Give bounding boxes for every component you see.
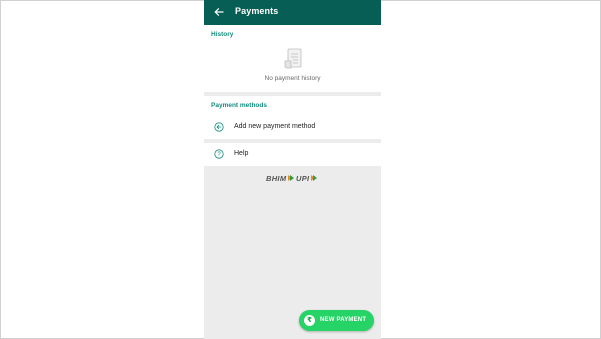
payment-methods-section: Payment methods Add new payment method (204, 96, 381, 139)
back-button[interactable] (213, 5, 225, 19)
svg-text:UPI: UPI (296, 174, 310, 183)
phone-screen: Payments History No payment history Paym… (204, 0, 381, 339)
rupee-icon: ₹ (304, 315, 315, 326)
svg-text:?: ? (217, 152, 221, 158)
circle-arrow-icon (214, 122, 224, 132)
history-header: History (211, 31, 234, 38)
help-section: ? Help (204, 143, 381, 166)
app-bar: Payments (204, 0, 381, 25)
page-title: Payments (235, 6, 279, 16)
new-payment-label: NEW PAYMENT (320, 317, 367, 323)
receipt-document-icon (284, 48, 302, 69)
history-section: History No payment history (204, 25, 381, 92)
bhim-upi-logo: BHIM UPI (266, 174, 317, 183)
new-payment-button[interactable]: ₹ NEW PAYMENT (299, 310, 374, 331)
help-button[interactable]: ? Help (204, 145, 381, 165)
add-payment-method-label: Add new payment method (234, 123, 316, 130)
svg-text:BHIM: BHIM (266, 174, 287, 183)
payment-methods-header: Payment methods (211, 102, 267, 109)
help-label: Help (234, 150, 249, 157)
add-payment-method-button[interactable]: Add new payment method (204, 118, 381, 138)
help-circle-icon: ? (214, 149, 224, 159)
empty-history-text: No payment history (264, 75, 321, 82)
arrow-left-icon (214, 8, 224, 16)
